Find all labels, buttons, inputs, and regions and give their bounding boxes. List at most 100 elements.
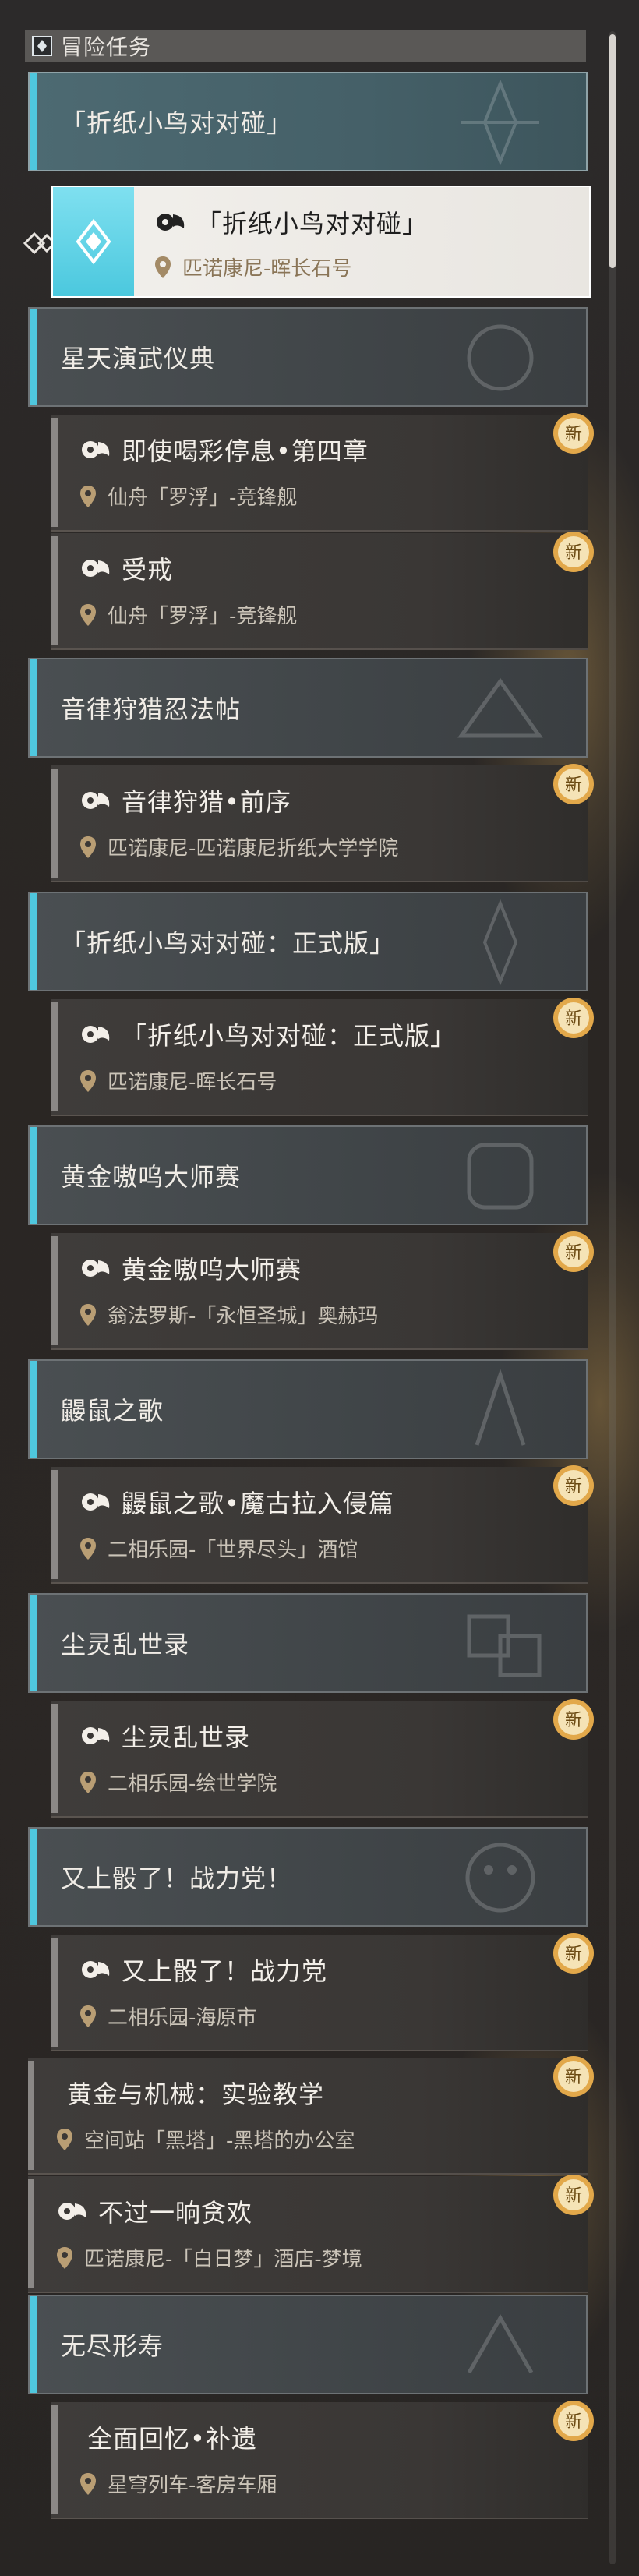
group-emblem-icon: [461, 80, 539, 165]
quest-location: 仙舟「罗浮」-竞锋舰: [108, 486, 298, 510]
svg-text:新: 新: [565, 1711, 582, 1730]
new-badge-icon: 新: [553, 1699, 594, 1740]
quest-item[interactable]: 黄金嗷呜大师赛 翁法罗斯-「永恒圣城」奥赫玛 新: [51, 1231, 594, 1350]
quest-type-icon: [79, 436, 114, 464]
quest-item[interactable]: 即使喝彩停息•第四章 仙舟「罗浮」-竞锋舰 新: [51, 413, 594, 532]
quest-location: 匹诺康尼-「白日梦」酒店-梦境: [84, 2248, 362, 2271]
group-emblem-icon: [482, 899, 518, 985]
quest-group-header[interactable]: 「折纸小鸟对对碰：正式版」: [28, 892, 588, 991]
diamond-icon: [31, 35, 53, 57]
quest-title: 受戒: [122, 555, 174, 585]
group-accent-bar: [30, 1829, 37, 1925]
new-badge-icon: 新: [553, 764, 594, 804]
quest-title: 音律狩猎•前序: [122, 787, 291, 817]
group-accent-bar: [30, 893, 37, 990]
new-badge-icon: 新: [553, 2056, 594, 2097]
location-pin-icon: [80, 603, 96, 626]
quest-group-header[interactable]: 无尽形寿: [28, 2295, 588, 2394]
quest-type-icon: [79, 1722, 114, 1750]
group-accent-bar: [30, 73, 37, 170]
quest-group-header[interactable]: 星天演武仪典: [28, 307, 588, 407]
quest-location: 仙舟「罗浮」-竞锋舰: [108, 605, 298, 628]
group-accent-bar: [30, 2296, 37, 2393]
location-pin-icon: [155, 256, 171, 278]
quest-bar: [51, 536, 58, 645]
group-title: 星天演武仪典: [61, 344, 216, 373]
quest-item[interactable]: 「折纸小鸟对对碰：正式版」 匹诺康尼-晖长石号 新: [51, 998, 594, 1116]
location-pin-icon: [57, 2246, 72, 2269]
group-accent-bar: [30, 1361, 37, 1458]
quest-bar: [51, 1002, 58, 1111]
group-accent-bar: [30, 659, 37, 756]
quest-bar: [51, 1704, 58, 1813]
quest-location: 二相乐园-「世界尽头」酒馆: [108, 1539, 358, 1562]
quest-item[interactable]: 全面回忆•补遗 星穹列车-客房车厢 新: [51, 2401, 594, 2519]
quest-item[interactable]: 不过一晌贪欢 匹诺康尼-「白日梦」酒店-梦境 新: [28, 2175, 594, 2293]
svg-text:新: 新: [565, 543, 582, 563]
quest-group-header[interactable]: 音律狩猎忍法帖: [28, 658, 588, 758]
new-badge-icon: 新: [553, 2175, 594, 2215]
quest-location: 匹诺康尼-匹诺康尼折纸大学学院: [108, 837, 399, 860]
quest-item[interactable]: 鼹鼠之歌•魔古拉入侵篇 二相乐园-「世界尽头」酒馆 新: [51, 1465, 594, 1584]
group-title: 「折纸小鸟对对碰：正式版」: [61, 928, 396, 958]
scrollbar[interactable]: [609, 31, 616, 2564]
quest-type-icon: [56, 2197, 90, 2225]
location-pin-icon: [57, 2128, 72, 2150]
quest-location: 二相乐园-绘世学院: [108, 1772, 277, 1796]
quest-bar: [28, 2061, 34, 2170]
location-pin-icon: [80, 1303, 96, 1326]
quest-bar: [28, 2179, 34, 2288]
section-header: 冒险任务: [25, 30, 586, 62]
group-title: 鼹鼠之歌: [61, 1396, 164, 1426]
quest-item[interactable]: 黄金与机械：实验教学 空间站「黑塔」-黑塔的办公室 新: [28, 2056, 594, 2175]
location-pin-icon: [80, 2005, 96, 2027]
quest-type-icon: [79, 1956, 114, 1984]
svg-text:新: 新: [565, 1009, 582, 1029]
group-accent-bar: [30, 309, 37, 405]
selection-arrow-icon: [23, 231, 55, 255]
location-pin-icon: [80, 1771, 96, 1793]
quest-bar: [51, 1236, 58, 1345]
svg-text:新: 新: [565, 2068, 582, 2087]
group-emblem-icon: [475, 1369, 526, 1446]
new-badge-icon: 新: [553, 1465, 594, 1506]
quest-title: 鼹鼠之歌•魔古拉入侵篇: [122, 1489, 394, 1518]
location-pin-icon: [80, 2472, 96, 2495]
group-title: 又上骰了！战力党！: [61, 1864, 293, 1893]
new-badge-icon: 新: [553, 532, 594, 572]
group-emblem-icon: [465, 1843, 535, 1913]
quest-group-header[interactable]: 尘灵乱世录: [28, 1593, 588, 1693]
group-title: 无尽形寿: [61, 2331, 164, 2361]
group-emblem-icon: [467, 1143, 534, 1210]
quest-item[interactable]: 尘灵乱世录 二相乐园-绘世学院 新: [51, 1699, 594, 1818]
quest-type-icon: [79, 1020, 114, 1048]
group-accent-bar: [30, 1595, 37, 1691]
quest-item[interactable]: 又上骰了！战力党 二相乐园-海原市 新: [51, 1933, 594, 2051]
quest-group-header[interactable]: 黄金嗷呜大师赛: [28, 1125, 588, 1225]
section-title: 冒险任务: [61, 34, 152, 60]
quest-title: 黄金嗷呜大师赛: [122, 1255, 302, 1284]
quest-item[interactable]: 受戒 仙舟「罗浮」-竞锋舰 新: [51, 532, 594, 650]
quest-bar: [51, 1938, 58, 2047]
quest-item-selected[interactable]: 「折纸小鸟对对碰」 匹诺康尼-晖长石号: [51, 186, 591, 298]
group-emblem-icon: [457, 677, 543, 738]
svg-text:新: 新: [565, 425, 582, 444]
group-title: 音律狩猎忍法帖: [61, 694, 242, 724]
quest-group-header[interactable]: 鼹鼠之歌: [28, 1359, 588, 1459]
selected-indicator: [53, 187, 134, 296]
quest-group-header[interactable]: 「折纸小鸟对对碰」: [28, 72, 588, 171]
location-pin-icon: [80, 485, 96, 507]
group-emblem-icon: [467, 1614, 542, 1677]
new-badge-icon: 新: [553, 1933, 594, 1974]
new-badge-icon: 新: [553, 413, 594, 454]
quest-bar: [51, 1470, 58, 1579]
group-title: 「折纸小鸟对对碰」: [61, 108, 293, 138]
svg-text:新: 新: [565, 1945, 582, 1964]
svg-text:新: 新: [565, 1477, 582, 1496]
quest-item[interactable]: 音律狩猎•前序 匹诺康尼-匹诺康尼折纸大学学院 新: [51, 764, 594, 882]
scrollbar-thumb[interactable]: [609, 34, 616, 268]
quest-location: 二相乐园-海原市: [108, 2006, 257, 2030]
quest-group-header[interactable]: 又上骰了！战力党！: [28, 1827, 588, 1927]
quest-type-icon: [79, 554, 114, 582]
quest-type-icon: [79, 786, 114, 814]
